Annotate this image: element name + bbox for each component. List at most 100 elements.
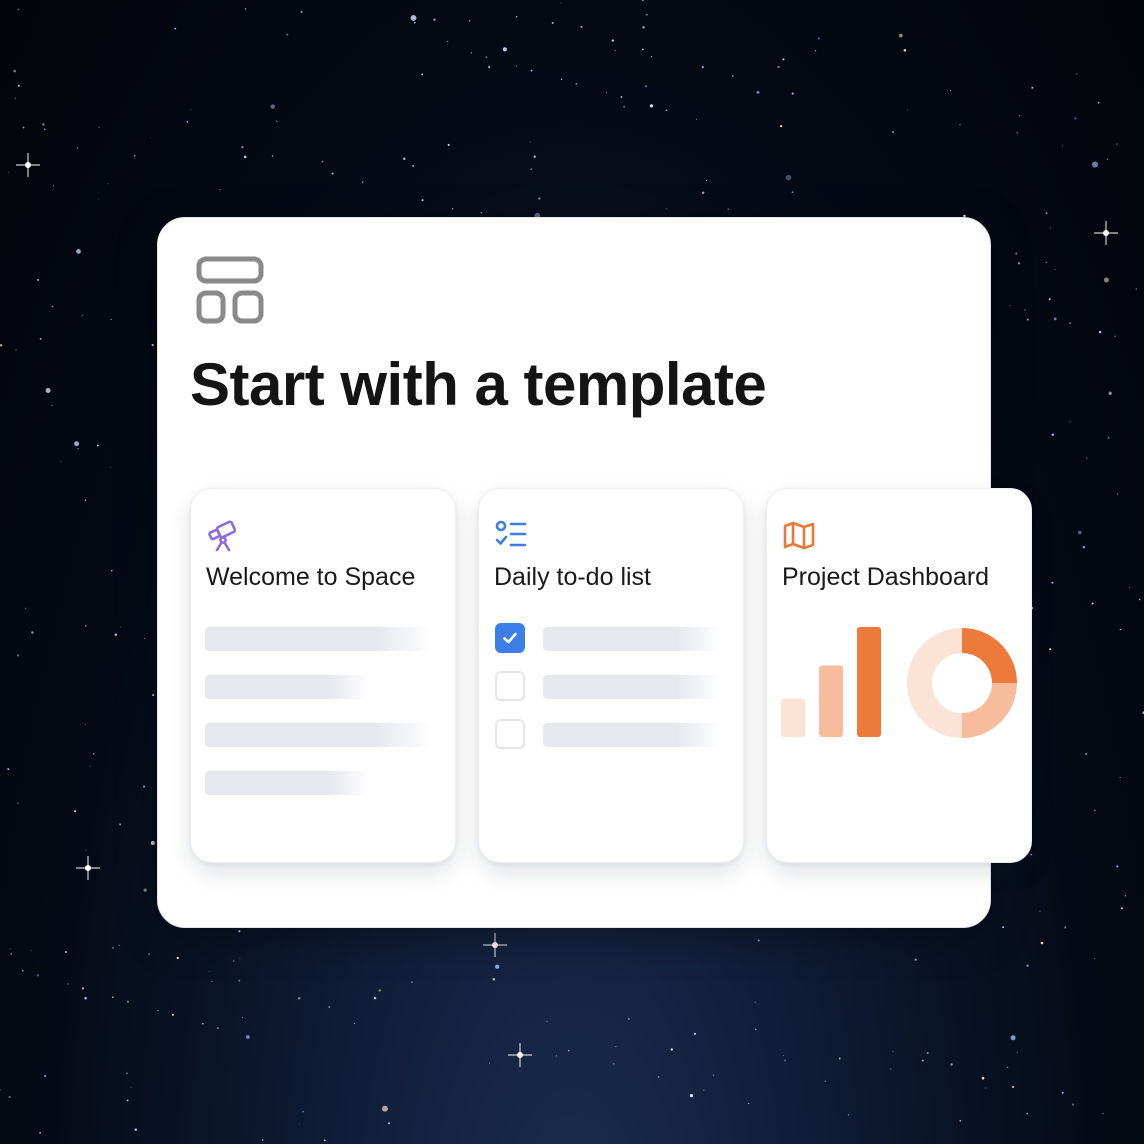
star bbox=[190, 108, 192, 110]
template-card-dashboard[interactable]: Project Dashboard bbox=[766, 488, 1032, 863]
star bbox=[695, 118, 698, 120]
star bbox=[1026, 318, 1029, 321]
star bbox=[17, 8, 20, 11]
star bbox=[784, 1059, 787, 1062]
star bbox=[814, 50, 817, 52]
star bbox=[14, 97, 16, 99]
telescope-icon bbox=[208, 520, 237, 552]
star bbox=[119, 823, 122, 826]
star bbox=[705, 179, 708, 182]
star bbox=[1085, 753, 1088, 756]
star bbox=[1026, 1112, 1029, 1115]
star bbox=[134, 1128, 138, 1131]
star bbox=[271, 155, 274, 157]
star bbox=[219, 189, 221, 191]
star bbox=[1031, 86, 1034, 89]
star bbox=[412, 164, 415, 167]
star bbox=[81, 314, 83, 316]
star bbox=[84, 723, 87, 726]
star bbox=[421, 73, 424, 76]
star bbox=[276, 120, 278, 122]
template-card-welcome[interactable]: Welcome to Space bbox=[190, 488, 456, 863]
star bbox=[45, 388, 51, 393]
star bbox=[118, 944, 120, 946]
star bbox=[10, 952, 13, 955]
star bbox=[186, 120, 189, 123]
star bbox=[0, 344, 3, 347]
star bbox=[754, 1001, 756, 1003]
star bbox=[620, 96, 623, 98]
star bbox=[665, 208, 667, 210]
star bbox=[780, 125, 783, 128]
star bbox=[959, 1120, 962, 1122]
star bbox=[1026, 964, 1029, 967]
star bbox=[148, 953, 151, 956]
star bbox=[650, 55, 653, 58]
star bbox=[1103, 277, 1109, 283]
star bbox=[361, 181, 364, 184]
star bbox=[1074, 117, 1077, 120]
star bbox=[757, 939, 760, 942]
template-card-todo[interactable]: Daily to-do list bbox=[478, 488, 744, 863]
star bbox=[949, 90, 952, 92]
chart-bar bbox=[781, 698, 805, 737]
star bbox=[126, 1072, 128, 1074]
star bbox=[300, 10, 303, 14]
star bbox=[1039, 910, 1041, 912]
star bbox=[22, 126, 25, 129]
star bbox=[892, 1051, 894, 1053]
star bbox=[1016, 1051, 1018, 1054]
star bbox=[410, 14, 417, 21]
star bbox=[1098, 330, 1102, 334]
chart-bar bbox=[857, 627, 881, 737]
star bbox=[261, 1139, 264, 1141]
star bbox=[25, 607, 27, 609]
star bbox=[451, 208, 454, 210]
star bbox=[133, 154, 136, 157]
star bbox=[302, 1110, 304, 1113]
star bbox=[373, 996, 377, 1000]
star bbox=[130, 1087, 132, 1089]
star bbox=[649, 104, 654, 108]
donut-slice bbox=[962, 683, 1017, 738]
star bbox=[580, 25, 583, 28]
todo-checkbox[interactable] bbox=[495, 623, 525, 653]
star bbox=[495, 964, 500, 969]
dashboard-chart bbox=[781, 627, 1017, 738]
star bbox=[446, 40, 449, 43]
star bbox=[847, 1114, 850, 1116]
star bbox=[16, 654, 20, 657]
star bbox=[1015, 252, 1018, 255]
star bbox=[1048, 298, 1051, 301]
star bbox=[1071, 1103, 1075, 1106]
star bbox=[623, 105, 626, 108]
star bbox=[1006, 1066, 1009, 1069]
star bbox=[1064, 926, 1067, 929]
star bbox=[36, 974, 39, 977]
star bbox=[211, 980, 213, 983]
star bbox=[1102, 1112, 1104, 1115]
star bbox=[1051, 433, 1055, 436]
star bbox=[157, 1009, 159, 1012]
star bbox=[244, 8, 247, 10]
star bbox=[817, 37, 820, 40]
star bbox=[43, 1074, 47, 1078]
star bbox=[150, 840, 155, 846]
star bbox=[985, 1087, 987, 1089]
star bbox=[270, 104, 275, 109]
placeholder-line bbox=[205, 627, 433, 651]
star bbox=[605, 92, 608, 94]
placeholder-line bbox=[205, 771, 370, 795]
star bbox=[21, 969, 24, 972]
star bbox=[1049, 227, 1052, 229]
star bbox=[1116, 143, 1118, 145]
todo-checkbox[interactable] bbox=[495, 719, 525, 749]
star bbox=[98, 126, 101, 129]
star bbox=[411, 981, 413, 983]
star bbox=[502, 47, 507, 52]
star bbox=[1069, 421, 1071, 423]
star bbox=[615, 49, 616, 51]
star bbox=[1092, 161, 1098, 168]
todo-checkbox[interactable] bbox=[495, 671, 525, 701]
star bbox=[243, 155, 247, 159]
